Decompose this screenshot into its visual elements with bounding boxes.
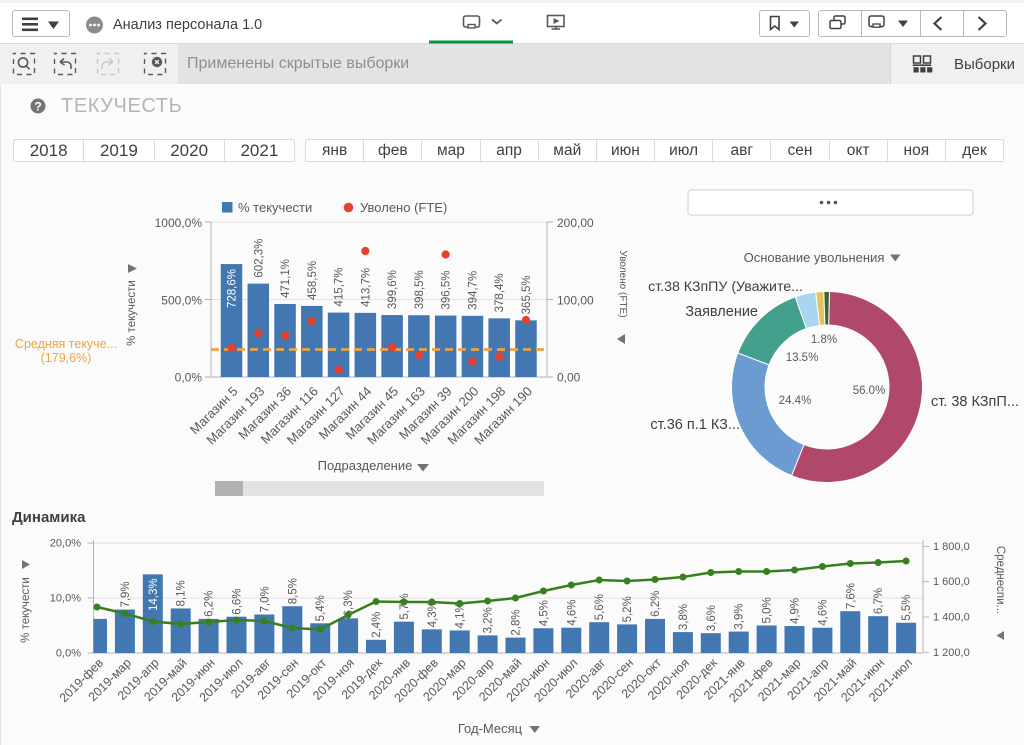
- svg-text:602,3%: 602,3%: [253, 239, 265, 278]
- svg-text:3,8%: 3,8%: [678, 604, 690, 630]
- svg-text:(179,6%): (179,6%): [41, 351, 92, 365]
- svg-text:Уволено (FTE): Уволено (FTE): [360, 200, 447, 215]
- svg-text:% текучести: % текучести: [20, 577, 32, 643]
- svg-text:4,6%: 4,6%: [566, 599, 578, 625]
- svg-text:100,00: 100,00: [557, 294, 594, 308]
- svg-text:413,7%: 413,7%: [360, 268, 372, 307]
- svg-text:56.0%: 56.0%: [853, 385, 886, 397]
- svg-text:7,0%: 7,0%: [259, 586, 271, 612]
- svg-text:?: ?: [34, 100, 41, 114]
- svg-text:365,5%: 365,5%: [521, 275, 533, 314]
- svg-text:6,6%: 6,6%: [232, 588, 244, 614]
- svg-text:ст.36 п.1 КЗ...: ст.36 п.1 КЗ...: [650, 417, 740, 433]
- svg-text:20,0%: 20,0%: [50, 538, 81, 550]
- svg-text:2,8%: 2,8%: [511, 609, 523, 635]
- svg-text:Средняя текуче...: Средняя текуче...: [15, 337, 117, 351]
- svg-text:3,6%: 3,6%: [706, 605, 718, 631]
- svg-text:Уволено (FTE): Уволено (FTE): [617, 250, 628, 317]
- svg-text:5,6%: 5,6%: [594, 594, 606, 620]
- svg-text:500,0%: 500,0%: [161, 294, 202, 308]
- svg-text:8,1%: 8,1%: [176, 580, 188, 606]
- svg-text:24.4%: 24.4%: [779, 395, 812, 407]
- svg-text:728,6%: 728,6%: [227, 269, 239, 308]
- svg-text:5,0%: 5,0%: [762, 597, 774, 623]
- svg-text:5,4%: 5,4%: [315, 595, 327, 621]
- svg-text:6,2%: 6,2%: [204, 591, 216, 617]
- svg-text:14,3%: 14,3%: [148, 578, 160, 611]
- svg-text:8,5%: 8,5%: [287, 578, 299, 604]
- svg-text:4,6%: 4,6%: [817, 599, 829, 625]
- svg-text:6,2%: 6,2%: [650, 591, 662, 617]
- svg-text:4,5%: 4,5%: [538, 600, 550, 626]
- svg-text:396,5%: 396,5%: [441, 271, 453, 310]
- svg-text:1 400,0: 1 400,0: [933, 612, 970, 624]
- svg-text:1 200,0: 1 200,0: [933, 647, 970, 659]
- svg-text:1000,0%: 1000,0%: [155, 216, 203, 230]
- svg-text:5,5%: 5,5%: [901, 595, 913, 621]
- svg-text:200,00: 200,00: [557, 216, 594, 230]
- svg-text:0,0%: 0,0%: [175, 371, 203, 385]
- svg-text:ст. 38 КЗпП...: ст. 38 КЗпП...: [931, 394, 1019, 410]
- svg-text:458,5%: 458,5%: [307, 261, 319, 300]
- svg-text:% текучести: % текучести: [126, 280, 138, 346]
- svg-text:% текучести: % текучести: [238, 200, 312, 215]
- svg-text:1.8%: 1.8%: [811, 334, 837, 346]
- svg-text:10,0%: 10,0%: [50, 593, 81, 605]
- svg-text:Заявление: Заявление: [685, 304, 758, 320]
- svg-text:Среднеспи...: Среднеспи...: [994, 546, 1006, 614]
- svg-text:394,7%: 394,7%: [467, 271, 479, 310]
- svg-text:1 800,0: 1 800,0: [933, 541, 970, 553]
- svg-text:Динамика: Динамика: [12, 509, 86, 526]
- svg-text:3,9%: 3,9%: [734, 603, 746, 629]
- svg-text:7,9%: 7,9%: [120, 581, 132, 607]
- svg-text:5,7%: 5,7%: [399, 593, 411, 619]
- svg-text:0,00: 0,00: [557, 371, 581, 385]
- svg-text:399,6%: 399,6%: [387, 270, 399, 309]
- svg-text:ст.38 КЗпПУ (Уважите...: ст.38 КЗпПУ (Уважите...: [648, 279, 803, 295]
- svg-text:5,2%: 5,2%: [622, 596, 634, 622]
- svg-text:Год-Месяц: Год-Месяц: [458, 721, 523, 736]
- svg-text:3,2%: 3,2%: [483, 607, 495, 633]
- svg-text:0,0%: 0,0%: [56, 648, 81, 660]
- svg-text:378,4%: 378,4%: [494, 273, 506, 312]
- svg-text:6,7%: 6,7%: [873, 588, 885, 614]
- svg-text:7,6%: 7,6%: [845, 583, 857, 609]
- svg-text:471,1%: 471,1%: [280, 259, 292, 298]
- svg-text:Основание увольнения: Основание увольнения: [744, 250, 885, 265]
- svg-text:1 600,0: 1 600,0: [933, 576, 970, 588]
- svg-text:13.5%: 13.5%: [786, 352, 819, 364]
- svg-text:398,5%: 398,5%: [414, 270, 426, 309]
- svg-text:415,7%: 415,7%: [334, 268, 346, 307]
- svg-text:2,4%: 2,4%: [371, 612, 383, 638]
- svg-text:4,9%: 4,9%: [790, 598, 802, 624]
- svg-text:Подразделение: Подразделение: [318, 458, 413, 473]
